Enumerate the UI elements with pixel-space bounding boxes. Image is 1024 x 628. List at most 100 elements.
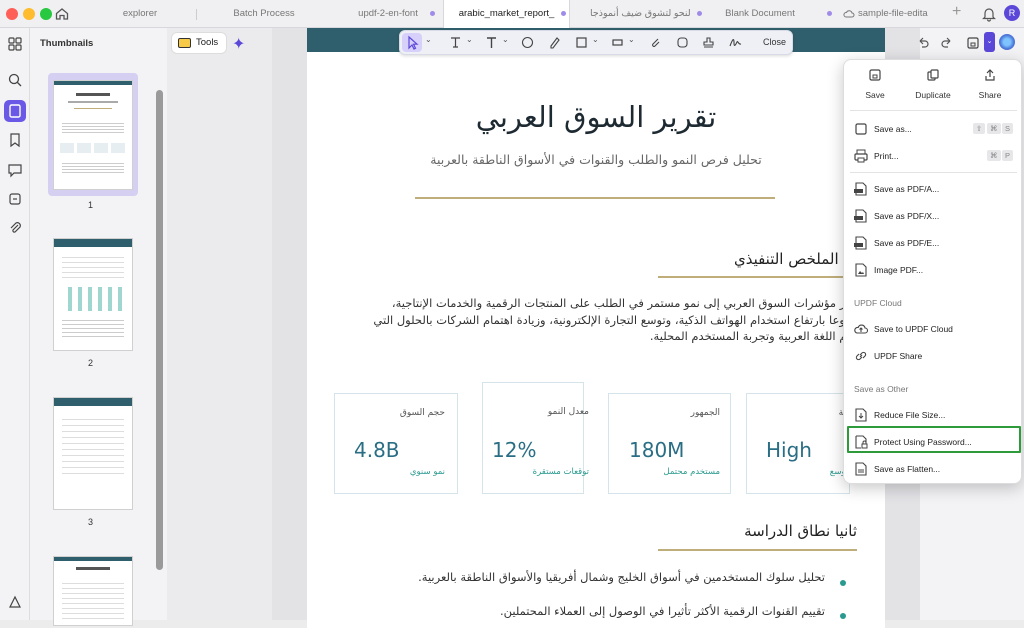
close-toolbar-button[interactable]: Close (763, 37, 786, 47)
menu-item-image-pdf[interactable]: Image PDF... (844, 258, 1023, 282)
chevron-down-icon[interactable]: ⌄ (502, 35, 509, 44)
highlighter-icon[interactable] (548, 36, 561, 49)
save-label: Save (865, 90, 885, 100)
thumbnail-page-2[interactable] (53, 238, 133, 351)
stamp-tool-icon[interactable] (702, 36, 715, 49)
thumbnail-scrollbar[interactable] (156, 90, 163, 570)
pdf-x-icon (854, 209, 867, 223)
chevron-down-icon[interactable]: ⌄ (628, 35, 635, 44)
shortcut-key: ⇧ (973, 123, 986, 134)
window-close-button[interactable] (6, 8, 18, 20)
comment-icon[interactable] (7, 162, 23, 178)
tab-arabic-document[interactable]: النحو لتشوق ضيف أنموذجا (590, 0, 690, 28)
flatten-icon (855, 462, 867, 476)
print-icon (854, 149, 868, 163)
chevron-down-icon[interactable]: ⌄ (592, 35, 599, 44)
text-box-icon[interactable] (449, 36, 462, 49)
toolbox-icon (178, 38, 191, 48)
pdf-page: تقرير السوق العربي تحليل فرص النمو والطل… (307, 28, 885, 628)
signature-icon[interactable] (729, 36, 742, 49)
document-title: تقرير السوق العربي (475, 100, 717, 134)
layers-icon[interactable] (7, 594, 23, 610)
bell-icon[interactable] (982, 6, 996, 22)
section-heading-2: ثانيا نطاق الدراسة (744, 522, 857, 540)
tab-batch-process[interactable]: Batch Process (205, 0, 323, 28)
menu-label: Image PDF... (874, 265, 924, 275)
menu-item-reduce-size[interactable]: Reduce File Size... (844, 403, 1023, 427)
window-minimize-button[interactable] (23, 8, 35, 20)
metric-value: 4.8B (354, 438, 400, 462)
grid-icon[interactable] (7, 36, 23, 52)
metric-card-growth: معدل النمو 12% توقعات مستقرة (482, 382, 589, 494)
menu-item-save-as[interactable]: Save as... ⇧ ⌘ S (844, 117, 1023, 141)
metric-sub: نمو سنوي (409, 467, 445, 477)
save-action[interactable]: Save (846, 68, 904, 100)
comment-icon[interactable] (521, 36, 534, 49)
avatar[interactable]: R (1004, 5, 1020, 21)
menu-item-save-to-cloud[interactable]: Save to UPDF Cloud (844, 317, 1023, 341)
share-label: Share (978, 90, 1002, 100)
save-icon[interactable] (966, 36, 980, 50)
redo-icon[interactable] (940, 36, 954, 50)
tab-blank-document[interactable]: Blank Document (710, 0, 810, 28)
menu-item-flatten[interactable]: Save as Flatten... (844, 457, 1023, 481)
thumbnail-page-1[interactable] (53, 80, 133, 190)
menu-label: Save to UPDF Cloud (874, 324, 953, 334)
bookmark-icon[interactable] (7, 132, 23, 148)
menu-item-pdf-a[interactable]: Save as PDF/A... (844, 177, 1023, 201)
section-heading-1: لا الملخص التنفيذي (733, 250, 852, 268)
tab-updf-2-en-font[interactable]: updf-2-en-font (338, 0, 438, 28)
save-menu-chevron-icon[interactable]: ⌄ (984, 32, 995, 52)
metric-value: 12% (492, 438, 537, 462)
window-zoom-button[interactable] (40, 8, 52, 20)
tools-column (167, 28, 272, 620)
rectangle-icon[interactable] (575, 36, 588, 49)
attachment-icon[interactable] (7, 220, 23, 236)
shortcut-key: S (1002, 123, 1014, 134)
text-icon[interactable] (485, 36, 498, 49)
ai-sparkle-icon[interactable]: ✦ (232, 34, 245, 54)
search-icon[interactable] (7, 72, 23, 88)
chevron-down-icon[interactable]: ⌄ (425, 35, 432, 44)
tab-explorer[interactable]: explorer (100, 0, 180, 28)
menu-item-pdf-x[interactable]: Save as PDF/X... (844, 204, 1023, 228)
tab-bar: explorer Batch Process updf-2-en-font ar… (0, 0, 1024, 28)
stamp-icon[interactable] (611, 36, 624, 49)
compress-icon (855, 408, 867, 422)
protect-highlight-box (847, 426, 1021, 453)
share-icon (985, 69, 995, 81)
sticker-icon[interactable] (676, 36, 689, 49)
link-icon (855, 351, 867, 361)
duplicate-label: Duplicate (915, 90, 951, 100)
tools-button[interactable]: Tools (171, 32, 227, 54)
summary-paragraph: تشير مؤشرات السوق العربي إلى نمو مستمر ف… (373, 296, 863, 343)
thumbnail-page-3[interactable] (53, 397, 133, 510)
pdf-e-icon (854, 236, 867, 250)
duplicate-action[interactable]: Duplicate (904, 68, 962, 100)
menu-item-pdf-e[interactable]: Save as PDF/E... (844, 231, 1023, 255)
menu-label: UPDF Share (874, 351, 923, 361)
tab-arabic-market-report[interactable]: arabic_market_report_ (443, 0, 570, 28)
bullet-item: تحليل سلوك المستخدمين في أسواق الخليج وش… (418, 570, 825, 584)
metric-label: الجمهور (690, 408, 720, 418)
color-theme-icon[interactable] (999, 34, 1015, 50)
menu-label: Print... (874, 151, 899, 161)
home-icon[interactable] (54, 6, 70, 22)
cloud-upload-icon (854, 324, 869, 334)
menu-item-updf-share[interactable]: UPDF Share (844, 344, 1023, 368)
menu-label: Save as PDF/X... (874, 211, 940, 221)
thumbnail-number: 3 (88, 517, 94, 527)
undo-icon[interactable] (916, 36, 930, 50)
chevron-down-icon[interactable]: ⌄ (466, 35, 473, 44)
menu-item-print[interactable]: Print... ⌘ P (844, 144, 1023, 168)
attachment-icon[interactable] (649, 36, 662, 49)
pages-icon[interactable] (4, 100, 26, 122)
select-tool[interactable] (402, 33, 422, 52)
tab-sample-file[interactable]: sample-file-edita (858, 0, 938, 28)
menu-label: Save as... (874, 124, 912, 134)
stamp-icon[interactable] (7, 191, 23, 207)
new-tab-button[interactable]: + (952, 3, 961, 21)
thumbnail-page-4[interactable] (53, 556, 133, 626)
share-action[interactable]: Share (961, 68, 1019, 100)
bullet-dot (840, 580, 846, 586)
